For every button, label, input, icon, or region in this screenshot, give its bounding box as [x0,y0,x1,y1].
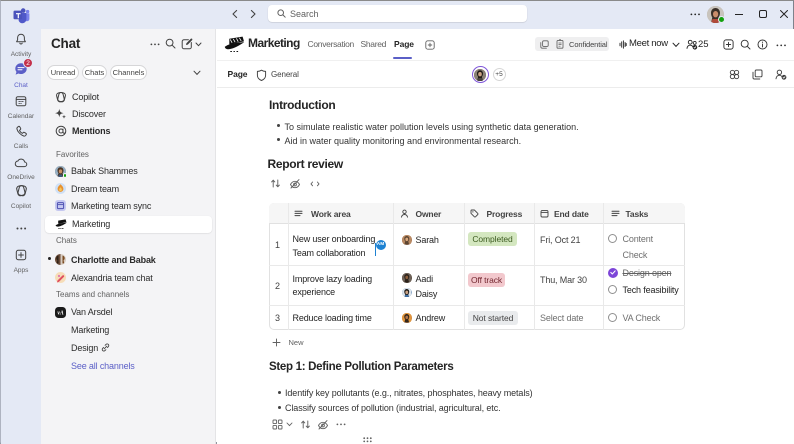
svg-text:vA: vA [57,310,64,316]
